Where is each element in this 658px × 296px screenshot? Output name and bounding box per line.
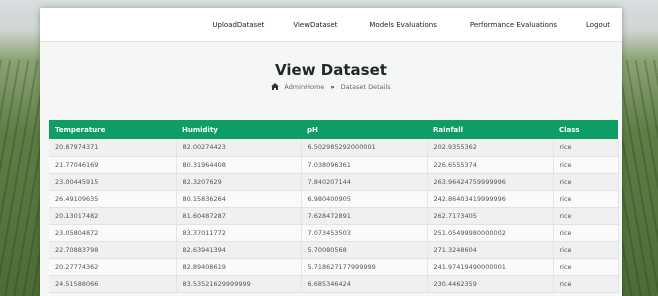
cell-ph: 5.718627177999999 bbox=[301, 258, 428, 276]
header-ph: pH bbox=[301, 120, 427, 139]
nav-models-evaluations[interactable]: Models Evaluations bbox=[369, 21, 436, 29]
breadcrumb-separator: » bbox=[330, 83, 335, 91]
cell-ph: 5.70080568 bbox=[301, 241, 428, 259]
cell-class: rice bbox=[553, 241, 619, 259]
dataset-table: Temperature Humidity pH Rainfall Class 2… bbox=[49, 120, 619, 293]
cell-ph: 7.073453503 bbox=[301, 224, 428, 242]
cell-humidity: 81.60487287 bbox=[176, 207, 302, 225]
cell-rainfall: 251.05499980000002 bbox=[427, 224, 554, 242]
cell-humidity: 83.53521629999999 bbox=[176, 275, 302, 293]
table-row: 20.87974371 82.00274423 6.502985292000001 2… bbox=[49, 139, 619, 157]
cell-ph: 7.628472891 bbox=[301, 207, 428, 225]
cell-humidity: 82.3207629 bbox=[176, 173, 302, 191]
nav-upload-dataset[interactable]: UploadDataset bbox=[212, 21, 264, 29]
cell-temperature: 23.05804872 bbox=[49, 224, 177, 242]
table-row: 21.77046169 80.31964408 7.038096361 226.655… bbox=[49, 156, 619, 174]
breadcrumb-home[interactable]: AdminHome bbox=[284, 83, 324, 91]
table-row: 20.13017482 81.60487287 7.628472891 262.717… bbox=[49, 207, 619, 225]
cell-class: rice bbox=[553, 190, 619, 208]
cell-rainfall: 241.97419490000001 bbox=[427, 258, 554, 276]
cell-rainfall: 202.9355362 bbox=[427, 139, 554, 157]
table-row: 22.70883798 82.63941394 5.70080568 271.3248… bbox=[49, 241, 619, 259]
cell-temperature: 20.87974371 bbox=[49, 139, 177, 157]
cell-temperature: 20.13017482 bbox=[49, 207, 177, 225]
cell-class: rice bbox=[553, 139, 619, 157]
header-temperature: Temperature bbox=[49, 120, 176, 139]
cell-ph: 7.840207144 bbox=[301, 173, 428, 191]
home-icon bbox=[271, 83, 280, 90]
cell-class: rice bbox=[553, 224, 619, 242]
cell-class: rice bbox=[553, 173, 619, 191]
cell-temperature: 26.49109635 bbox=[49, 190, 177, 208]
cell-class: rice bbox=[553, 207, 619, 225]
nav-logout[interactable]: Logout bbox=[586, 21, 610, 29]
cell-ph: 7.038096361 bbox=[301, 156, 428, 174]
cell-class: rice bbox=[553, 258, 619, 276]
dataset-table-wrapper: Temperature Humidity pH Rainfall Class 2… bbox=[49, 120, 619, 293]
cell-temperature: 22.70883798 bbox=[49, 241, 177, 259]
cell-humidity: 80.15836264 bbox=[176, 190, 302, 208]
top-nav: UploadDataset ViewDataset Models Evaluat… bbox=[40, 8, 622, 42]
cell-class: rice bbox=[553, 275, 619, 293]
table-row: 23.00445915 82.3207629 7.840207144 263.9642… bbox=[49, 173, 619, 191]
cell-rainfall: 226.6555374 bbox=[427, 156, 554, 174]
cell-humidity: 82.89408619 bbox=[176, 258, 302, 276]
cell-temperature: 21.77046169 bbox=[49, 156, 177, 174]
table-header-row: Temperature Humidity pH Rainfall Class bbox=[49, 120, 618, 139]
cell-humidity: 80.31964408 bbox=[176, 156, 302, 174]
table-row: 23.05804872 83.37011772 7.073453503 251.054… bbox=[49, 224, 619, 242]
nav-performance-evaluations[interactable]: Performance Evaluations bbox=[470, 21, 557, 29]
cell-temperature: 20.27774362 bbox=[49, 258, 177, 276]
header-humidity: Humidity bbox=[176, 120, 301, 139]
nav-view-dataset[interactable]: ViewDataset bbox=[293, 21, 337, 29]
cell-ph: 6.685346424 bbox=[301, 275, 428, 293]
table-row: 26.49109635 80.15836264 6.980400905 242.864… bbox=[49, 190, 619, 208]
cell-temperature: 24.51588066 bbox=[49, 275, 177, 293]
cell-class: rice bbox=[553, 156, 619, 174]
header-rainfall: Rainfall bbox=[427, 120, 553, 139]
header-class: Class bbox=[553, 120, 618, 139]
cell-rainfall: 242.86403419999996 bbox=[427, 190, 554, 208]
breadcrumb: AdminHome » Dataset Details bbox=[40, 83, 622, 91]
page-title: View Dataset bbox=[275, 61, 387, 79]
cell-rainfall: 230.4462359 bbox=[427, 275, 554, 293]
table-row: 20.27774362 82.89408619 5.718627177999999 2… bbox=[49, 258, 619, 276]
content-area: View Dataset AdminHome » Dataset Details… bbox=[40, 42, 622, 296]
cell-rainfall: 262.7173405 bbox=[427, 207, 554, 225]
main-panel: UploadDataset ViewDataset Models Evaluat… bbox=[40, 8, 622, 296]
table-row: 24.51588066 83.53521629999999 6.685346424 2… bbox=[49, 275, 619, 293]
table-body: 20.87974371 82.00274423 6.502985292000001 2… bbox=[49, 139, 619, 293]
cell-humidity: 83.37011772 bbox=[176, 224, 302, 242]
cell-ph: 6.980400905 bbox=[301, 190, 428, 208]
cell-ph: 6.502985292000001 bbox=[301, 139, 428, 157]
breadcrumb-current: Dataset Details bbox=[340, 83, 391, 91]
cell-humidity: 82.00274423 bbox=[176, 139, 302, 157]
cell-rainfall: 263.96424759999996 bbox=[427, 173, 554, 191]
cell-rainfall: 271.3248604 bbox=[427, 241, 554, 259]
cell-temperature: 23.00445915 bbox=[49, 173, 177, 191]
cell-humidity: 82.63941394 bbox=[176, 241, 302, 259]
